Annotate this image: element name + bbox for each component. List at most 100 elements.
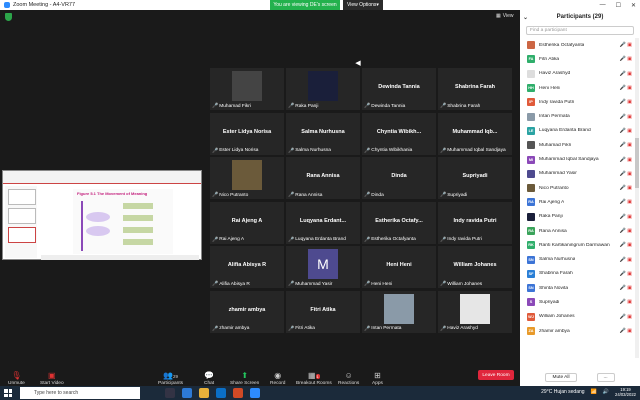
start-video-button[interactable]: ▣ Start Video — [40, 367, 64, 386]
participant-list-item[interactable]: LE Luqyana Erdanta Brand 🎤 ▣ — [520, 124, 634, 138]
participant-list-item[interactable]: SF Shabrina Farah 🎤 ▣ — [520, 267, 634, 281]
participant-list-item[interactable]: SN Salma Nurhusna 🎤 ▣ — [520, 252, 634, 266]
participant-video-tile[interactable]: William Johanes 🎤 William Johanes — [438, 246, 512, 288]
participant-list-item[interactable]: Raka Panji 🎤 ▣ — [520, 210, 634, 224]
participant-video-tile[interactable]: 🎤 Intan Permata — [362, 290, 436, 333]
participant-video-tile[interactable]: 🎤 Nico Putranto — [210, 157, 284, 199]
participant-list-item[interactable]: IP Indy ravida Putri 🎤 ▣ — [520, 95, 634, 109]
participant-list-item[interactable]: S Supriyadi 🎤 ▣ — [520, 295, 634, 309]
windows-start-icon[interactable] — [4, 389, 12, 397]
avatar: MI — [527, 155, 535, 164]
participant-video-tile[interactable]: Rai Ajeng A 🎤 Rai Ajeng A — [210, 201, 284, 244]
slide-thumbnail — [8, 208, 36, 224]
participant-list-item[interactable]: RA Rana Annisa 🎤 ▣ — [520, 224, 634, 238]
maximize-icon[interactable]: ☐ — [616, 2, 621, 9]
participant-list-scrollbar[interactable] — [635, 38, 639, 358]
leave-room-button[interactable]: Leave Room — [478, 370, 514, 380]
minimize-icon[interactable]: — — [600, 2, 606, 8]
clock[interactable]: 19:19 24/03/2022 — [615, 387, 636, 397]
participants-count: 29 — [173, 374, 179, 379]
participant-label-text: Heni Heni — [371, 281, 393, 287]
participant-label: 🎤 Raka Panji — [288, 103, 318, 109]
mic-video-muted-icon: 🎤 ▣ — [619, 42, 632, 49]
scrollbar-thumb[interactable] — [635, 138, 639, 188]
participant-list-item[interactable]: HH Heni Heni 🎤 ▣ — [520, 81, 634, 95]
participant-video-tile[interactable]: Rana Annisa 🎤 Rana Annisa — [286, 157, 360, 199]
zoom-taskbar-icon[interactable] — [250, 388, 260, 398]
previous-page-button[interactable]: ◀ — [351, 58, 365, 68]
security-shield-icon[interactable] — [5, 13, 12, 21]
apps-button[interactable]: ⊞ Apps — [372, 367, 383, 386]
participant-list-item[interactable]: Nico Putranto 🎤 ▣ — [520, 181, 634, 195]
participant-label-text: Shabrina Farah — [447, 103, 481, 109]
taskbar-apps — [165, 388, 260, 398]
network-icon[interactable]: 📶 — [591, 389, 597, 395]
participant-video-tile[interactable]: Estherika Octafy... 🎤 Estherika Octafyanta — [362, 201, 436, 244]
view-options-button[interactable]: View Options ▾ — [343, 0, 383, 10]
participant-video-tile[interactable]: Muhammad Iqb... 🎤 Muhammad Iqbal Sandjaya — [438, 112, 512, 155]
participant-label-text: Haviz Arashyd — [447, 326, 478, 331]
participant-list-item[interactable]: ZA zhamir ambya 🎤 ▣ — [520, 324, 634, 338]
participant-video-tile[interactable]: Luqyana Erdant... 🎤 Luqyana Erdanta Brand — [286, 201, 360, 244]
participant-list-item[interactable]: Intan Permata 🎤 ▣ — [520, 109, 634, 123]
participant-video-tile[interactable]: M 🎤 Muhammad Yasir — [286, 246, 360, 288]
breakout-rooms-button[interactable]: ▦1 Breakout Rooms — [296, 367, 332, 386]
powerpoint-icon[interactable] — [233, 388, 243, 398]
participant-video-tile[interactable]: Indy ravida Putri 🎤 Indy ravida Putri — [438, 201, 512, 244]
reactions-button[interactable]: ☺ Reactions — [338, 367, 359, 386]
participant-label: 🎤 William Johanes — [440, 281, 482, 287]
participant-video-tile[interactable]: Alifia Abisya R 🎤 Alifia Abisya R — [210, 246, 284, 288]
participant-list-item[interactable]: FA Fitri Atika 🎤 ▣ — [520, 52, 634, 66]
unmute-button[interactable]: 🎙 Unmute — [8, 367, 25, 386]
meeting-area: ▦ View ◀ Figure 5.1 The Movement of Meani… — [0, 10, 520, 367]
mic-muted-icon: 🎤 — [212, 236, 219, 243]
participant-list-item[interactable]: RK Ranti Kartikaningrum Darmawan 🎤 ▣ — [520, 238, 634, 252]
file-explorer-icon[interactable] — [199, 388, 209, 398]
participant-video-tile[interactable]: Salma Nurhusna 🎤 Salma Nurhusna — [286, 112, 360, 155]
participant-label: 🎤 Shabrina Farah — [440, 103, 480, 109]
participant-list-item[interactable]: Muhamad Fikri 🎤 ▣ — [520, 138, 634, 152]
find-participant-input[interactable]: Find a participant — [526, 26, 634, 35]
participants-button[interactable]: 👥29 Participants — [158, 367, 183, 386]
avatar — [527, 212, 535, 221]
share-screen-button[interactable]: ⬆ Share Screen — [230, 367, 259, 386]
participant-video-tile[interactable]: Dewinda Tannia 🎤 Dewinda Tannia — [362, 68, 436, 110]
participant-list-item[interactable]: RA Rai Ajeng A 🎤 ▣ — [520, 195, 634, 209]
participant-video-tile[interactable]: 🎤 Raka Panji — [286, 68, 360, 110]
participant-video-tile[interactable]: 🎤 Haviz Arashyd — [438, 290, 512, 333]
participant-video-tile[interactable]: Ester Lidya Norisa 🎤 Ester Lidya Norisa — [210, 112, 284, 155]
participant-video-tile[interactable]: Heni Heni 🎤 Heni Heni — [362, 246, 436, 288]
task-view-icon[interactable] — [165, 388, 175, 398]
participant-list-item[interactable]: Muhammad Yasir 🎤 ▣ — [520, 167, 634, 181]
participant-list-item[interactable]: MI Muhammad Iqbal Sandjaya 🎤 ▣ — [520, 152, 634, 166]
participant-list-item[interactable]: SN Shinta Novita 🎤 ▣ — [520, 281, 634, 295]
taskbar-search-input[interactable]: Type here to search — [20, 387, 140, 399]
mute-all-button[interactable]: Mute All — [545, 372, 577, 382]
more-options-button[interactable]: ... — [596, 372, 615, 382]
shared-screen-thumbnail[interactable]: Figure 5.1 The Movement of Meaning — [2, 170, 202, 260]
participant-list-item[interactable]: Haviz Arashyd 🎤 ▣ — [520, 67, 634, 81]
participant-list-item[interactable]: WJ William Johanes 🎤 ▣ — [520, 310, 634, 324]
mic-muted-icon: 🎤 — [364, 147, 371, 154]
mail-icon[interactable] — [216, 388, 226, 398]
slide-diagram — [81, 201, 153, 251]
participant-list-item[interactable]: Estherika Octafyanta 🎤 ▣ — [520, 38, 634, 52]
participant-video-tile[interactable]: Supriyadi 🎤 Supriyadi — [438, 157, 512, 199]
view-button[interactable]: ▦ View — [496, 13, 513, 19]
weather-status[interactable]: 29°C Hujan sedang — [541, 389, 584, 395]
record-button[interactable]: ◉ Record — [270, 367, 285, 386]
participant-video-tile[interactable]: 🎤 Muhamad Fikri — [210, 68, 284, 110]
chevron-down-icon[interactable]: ⌄ — [523, 14, 528, 21]
participant-video-tile[interactable]: zhamir ambya 🎤 zhamir ambya — [210, 290, 284, 333]
edge-icon[interactable] — [182, 388, 192, 398]
participant-name: William Johanes — [453, 262, 497, 268]
close-icon[interactable]: ✕ — [631, 2, 636, 9]
view-label: View — [502, 13, 514, 19]
participant-video-tile[interactable]: Fitri Atika 🎤 Fitri Atika — [286, 290, 360, 333]
participant-video-tile[interactable]: Chyntia Wibikh... 🎤 Chyntia Wibikhania — [362, 112, 436, 155]
volume-icon[interactable]: 🔊 — [603, 389, 609, 395]
participant-label-text: Salma Nurhusna — [295, 148, 331, 153]
participant-video-tile[interactable]: Shabrina Farah 🎤 Shabrina Farah — [438, 68, 512, 110]
participant-video-tile[interactable]: Dinda 🎤 Dinda — [362, 157, 436, 199]
chat-button[interactable]: 💬 Chat — [204, 367, 214, 386]
